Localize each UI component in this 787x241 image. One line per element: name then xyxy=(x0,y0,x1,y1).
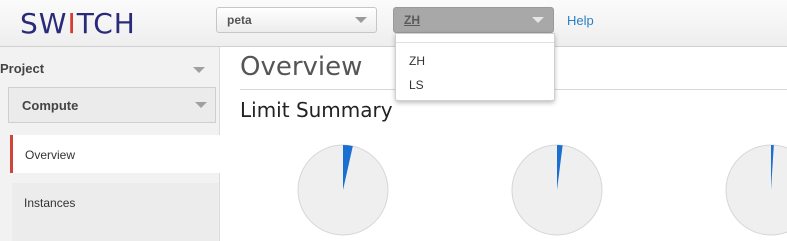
pie-background xyxy=(725,144,787,236)
region-option-ls[interactable]: LS xyxy=(409,78,424,92)
region-dropdown-menu: ZH LS xyxy=(395,33,555,101)
dropdown-divider xyxy=(396,42,554,43)
region-option-zh[interactable]: ZH xyxy=(409,54,425,68)
limit-summary-charts xyxy=(297,144,787,236)
